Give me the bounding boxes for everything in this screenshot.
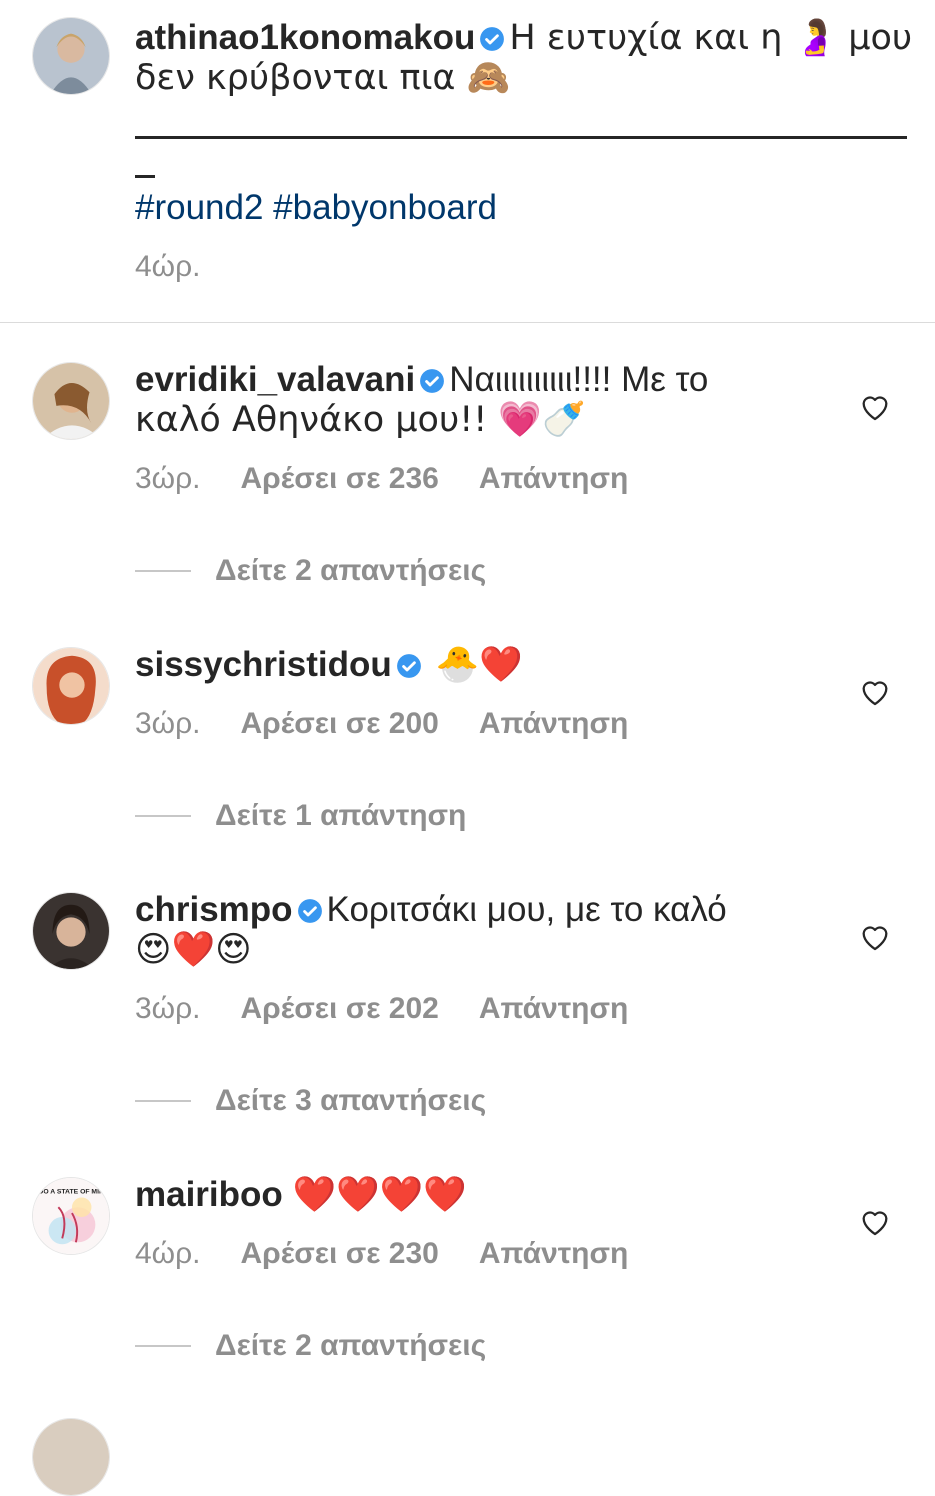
comment-likes[interactable]: Αρέσει σε 202 [241, 992, 439, 1025]
caption-underline-divider [135, 136, 907, 139]
avatar-logo-text: BOO A STATE OF MIND [33, 1189, 109, 1196]
reply-button[interactable]: Απάντηση [479, 1237, 629, 1270]
comment-username[interactable]: mairiboo [135, 1175, 283, 1214]
like-heart-icon[interactable] [858, 920, 892, 954]
caption-line-1: Η ευτυχία και η 🤰 μου [509, 18, 913, 58]
comment-avatar[interactable] [32, 892, 110, 970]
comment-username[interactable]: sissychristidou [135, 645, 392, 684]
comment-avatar[interactable]: BOO A STATE OF MIND [32, 1177, 110, 1255]
comment-meta: 3ώρ. Αρέσει σε 200 Απάντηση [135, 707, 668, 741]
comment-time: 3ώρ. [135, 707, 201, 740]
caption-underscore [135, 175, 155, 178]
comment-time: 3ώρ. [135, 992, 201, 1025]
comment-text-line-2: καλό Αθηνάκο μου!! 💗🍼 [135, 400, 586, 440]
comment-body: evridiki_valavani Ναιιιιιιιιιι!!!! Με το … [135, 360, 708, 440]
replies-line [135, 1100, 191, 1102]
reply-button[interactable]: Απάντηση [479, 462, 629, 495]
replies-line [135, 1345, 191, 1347]
comment-username[interactable]: evridiki_valavani [135, 360, 415, 399]
comment-username[interactable]: chrismpo [135, 890, 293, 929]
view-replies-label: Δείτε 1 απάντηση [215, 799, 467, 832]
view-replies-button[interactable]: Δείτε 2 απαντήσεις [135, 554, 486, 588]
verified-badge-icon [297, 899, 322, 923]
post-time: 4ώρ. [135, 250, 201, 283]
comment-text: ❤️❤️❤️❤️ [292, 1175, 467, 1215]
replies-line [135, 570, 191, 572]
like-heart-icon[interactable] [858, 1205, 892, 1239]
comment-likes[interactable]: Αρέσει σε 236 [241, 462, 439, 495]
comment-text: Ναιιιιιιιιιι!!!! Με το [449, 360, 709, 399]
replies-line [135, 815, 191, 817]
comment-avatar[interactable] [32, 362, 110, 440]
reply-button[interactable]: Απάντηση [479, 992, 629, 1025]
caption-line-2: δεν κρύβονται πια 🙈 [135, 58, 511, 98]
view-replies-label: Δείτε 2 απαντήσεις [215, 1329, 487, 1362]
post-hashtags[interactable]: #round2 #babyonboard [135, 188, 497, 228]
verified-badge-icon [396, 654, 421, 678]
comment-avatar[interactable] [32, 1418, 110, 1496]
comment-likes[interactable]: Αρέσει σε 200 [241, 707, 439, 740]
comment-meta: 4ώρ. Αρέσει σε 230 Απάντηση [135, 1237, 668, 1271]
view-replies-button[interactable]: Δείτε 1 απάντηση [135, 799, 466, 833]
header-divider [0, 322, 935, 323]
comment-time: 4ώρ. [135, 1237, 201, 1270]
comment-time: 3ώρ. [135, 462, 201, 495]
comment-body: mairiboo ❤️❤️❤️❤️ [135, 1175, 467, 1215]
comment-avatar[interactable] [32, 647, 110, 725]
verified-badge-icon [420, 369, 445, 393]
like-heart-icon[interactable] [858, 390, 892, 424]
comment-body: sissychristidou 🐣❤️ [135, 645, 523, 685]
post-author-username[interactable]: athinao1konomakou [135, 18, 475, 57]
view-replies-button[interactable]: Δείτε 3 απαντήσεις [135, 1084, 486, 1118]
verified-badge-icon [480, 27, 505, 51]
comment-text: 🐣❤️ [435, 645, 523, 685]
like-heart-icon[interactable] [858, 675, 892, 709]
comment-meta: 3ώρ. Αρέσει σε 236 Απάντηση [135, 462, 668, 496]
post-caption: athinao1konomakou Η ευτυχία και η 🤰 μου δ… [135, 18, 912, 98]
view-replies-button[interactable]: Δείτε 2 απαντήσεις [135, 1329, 486, 1363]
view-replies-label: Δείτε 3 απαντήσεις [215, 1084, 487, 1117]
comment-text: Κοριτσάκι μου, με το καλό [326, 890, 727, 929]
comment-meta: 3ώρ. Αρέσει σε 202 Απάντηση [135, 992, 668, 1026]
reply-button[interactable]: Απάντηση [479, 707, 629, 740]
view-replies-label: Δείτε 2 απαντήσεις [215, 554, 487, 587]
comment-likes[interactable]: Αρέσει σε 230 [241, 1237, 439, 1270]
comment-body: chrismpo Κοριτσάκι μου, με το καλό 😍❤️😍 [135, 890, 727, 970]
post-author-avatar[interactable] [32, 17, 110, 95]
comment-text-line-2: 😍❤️😍 [135, 930, 252, 970]
